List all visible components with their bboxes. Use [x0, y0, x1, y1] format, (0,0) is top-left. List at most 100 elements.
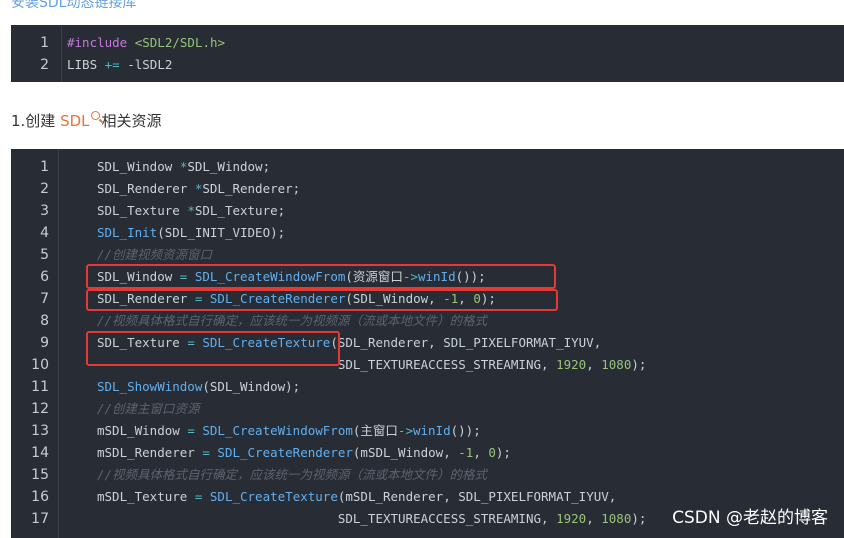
code-token: //视频具体格式自行确定，应该统一为视频源（流或本地文件）的格式	[97, 313, 488, 328]
code-token: mSDL_Window	[97, 423, 188, 438]
code-token: //创建主窗口资源	[97, 401, 200, 416]
code-line: 12 //创建主窗口资源	[11, 398, 844, 420]
line-number: 1	[40, 35, 49, 51]
line-number: 16	[31, 489, 49, 505]
code-token: SDL_Init	[97, 225, 158, 240]
line-number: 12	[31, 401, 49, 417]
code-line: 15 //视频具体格式自行确定，应该统一为视频源（流或本地文件）的格式	[11, 464, 844, 486]
code-text: SDL_Init(SDL_INIT_VIDEO);	[97, 222, 285, 244]
code-token: //视频具体格式自行确定，应该统一为视频源（流或本地文件）的格式	[97, 467, 488, 482]
code-token: 1920	[556, 357, 587, 372]
code-token: SDL_CreateWindowFrom	[202, 423, 353, 438]
code-token: SDL_ShowWindow	[97, 379, 203, 394]
code-text: SDL_TEXTUREACCESS_STREAMING, 1920, 1080)…	[97, 508, 647, 530]
code-token: -lSDL2	[119, 57, 173, 72]
code-line: 1 SDL_Window *SDL_Window;	[11, 156, 844, 178]
code-token: ,	[586, 357, 602, 372]
code-text: SDL_Renderer *SDL_Renderer;	[97, 178, 300, 200]
line-number: 9	[40, 335, 49, 351]
code-token: (mSDL_Window,	[352, 445, 459, 460]
code-token: );	[495, 445, 511, 460]
line-number: 15	[31, 467, 49, 483]
code-token: -1	[458, 445, 474, 460]
code-token: #include	[67, 35, 135, 50]
code-text: SDL_ShowWindow(SDL_Window);	[97, 376, 300, 398]
code-text: #include <SDL2/SDL.h>	[67, 32, 225, 54]
code-block-include: 1 #include <SDL2/SDL.h> 2 LIBS += -lSDL2	[11, 25, 844, 82]
line-number: 8	[40, 313, 49, 329]
code-line: 14 mSDL_Renderer = SDL_CreateRenderer(mSD…	[11, 442, 844, 464]
code-token: SDL_TEXTUREACCESS_STREAMING,	[97, 511, 557, 526]
line-number: 1	[40, 159, 49, 175]
code-token: ->	[397, 423, 413, 438]
code-text: //视频具体格式自行确定，应该统一为视频源（流或本地文件）的格式	[97, 464, 487, 486]
code-line: 11 SDL_ShowWindow(SDL_Window);	[11, 376, 844, 398]
code-token: (SDL_Renderer, SDL_PIXELFORMAT_IYUV,	[330, 335, 602, 350]
code-token: );	[631, 357, 647, 372]
line-number: 17	[31, 511, 49, 527]
code-token: ());	[450, 423, 481, 438]
line-number: 10	[31, 357, 49, 373]
code-text: mSDL_Texture = SDL_CreateTexture(mSDL_Re…	[97, 486, 616, 508]
code-token: *	[187, 203, 195, 218]
code-text: //创建主窗口资源	[97, 398, 200, 420]
code-token: 1080	[601, 357, 632, 372]
code-block-sdl-setup: 1 SDL_Window *SDL_Window; 2 SDL_Renderer *S…	[11, 149, 844, 538]
heading-prefix: 1.创建	[11, 112, 61, 130]
code-text: //视频具体格式自行确定，应该统一为视频源（流或本地文件）的格式	[97, 310, 487, 332]
code-token: mSDL_Renderer	[97, 445, 203, 460]
highlight-create-window	[86, 264, 556, 289]
code-text: LIBS += -lSDL2	[67, 54, 172, 76]
code-line: 5 //创建视频资源窗口	[11, 244, 844, 266]
code-token: =	[187, 423, 195, 438]
code-line: 13 mSDL_Window = SDL_CreateWindowFrom(主窗口…	[11, 420, 844, 442]
line-number: 14	[31, 445, 49, 461]
code-token: LIBS	[67, 57, 105, 72]
code-line: 3 SDL_Texture *SDL_Texture;	[11, 200, 844, 222]
section-heading: 1.创建 SDL 相关资源	[11, 110, 162, 131]
code-token: );	[631, 511, 647, 526]
line-number: 5	[40, 247, 49, 263]
code-line: 2 LIBS += -lSDL2	[11, 54, 844, 76]
code-line: 8 //视频具体格式自行确定，应该统一为视频源（流或本地文件）的格式	[11, 310, 844, 332]
code-token: SDL_Renderer	[97, 181, 195, 196]
heading-suffix: 相关资源	[101, 112, 162, 130]
code-text: mSDL_Renderer = SDL_CreateRenderer(mSDL_…	[97, 442, 511, 464]
watermark: CSDN @老赵的博客	[672, 508, 828, 528]
line-number: 6	[40, 269, 49, 285]
code-token: =	[202, 445, 210, 460]
line-number: 11	[31, 379, 49, 395]
code-token: (SDL_Window);	[202, 379, 301, 394]
code-token: (SDL_INIT_VIDEO);	[157, 225, 286, 240]
top-link[interactable]: 安装SDL动态链接库	[11, 0, 136, 12]
code-line: 4 SDL_Init(SDL_INIT_VIDEO);	[11, 222, 844, 244]
code-token: (主窗口	[352, 423, 398, 438]
code-text: mSDL_Window = SDL_CreateWindowFrom(主窗口->…	[97, 420, 481, 442]
line-number: 2	[40, 181, 49, 197]
code-token: SDL_Window;	[187, 159, 271, 174]
highlight-create-renderer	[86, 289, 558, 311]
highlight-create-texture	[86, 331, 340, 366]
code-token: //创建视频资源窗口	[97, 247, 213, 262]
code-token: 1920	[556, 511, 587, 526]
code-text: SDL_Window *SDL_Window;	[97, 156, 270, 178]
code-token: +=	[104, 57, 120, 72]
code-token: ,	[473, 445, 489, 460]
code-token: SDL_Texture	[97, 203, 188, 218]
code-token: mSDL_Texture	[97, 489, 195, 504]
code-token: (mSDL_Renderer, SDL_PIXELFORMAT_IYUV,	[337, 489, 617, 504]
line-number: 2	[40, 57, 49, 73]
line-number: 13	[31, 423, 49, 439]
code-token: SDL_Texture;	[194, 203, 286, 218]
code-token: SDL_CreateRenderer	[217, 445, 353, 460]
code-text: SDL_Texture *SDL_Texture;	[97, 200, 285, 222]
code-token: SDL_CreateTexture	[209, 489, 338, 504]
line-number: 3	[40, 203, 49, 219]
code-token: <SDL2/SDL.h>	[134, 35, 226, 50]
code-token: 0	[488, 445, 496, 460]
code-token: ,	[586, 511, 602, 526]
heading-sdl-link[interactable]: SDL	[60, 112, 89, 130]
code-text: //创建视频资源窗口	[97, 244, 212, 266]
search-icon[interactable]	[90, 111, 100, 120]
